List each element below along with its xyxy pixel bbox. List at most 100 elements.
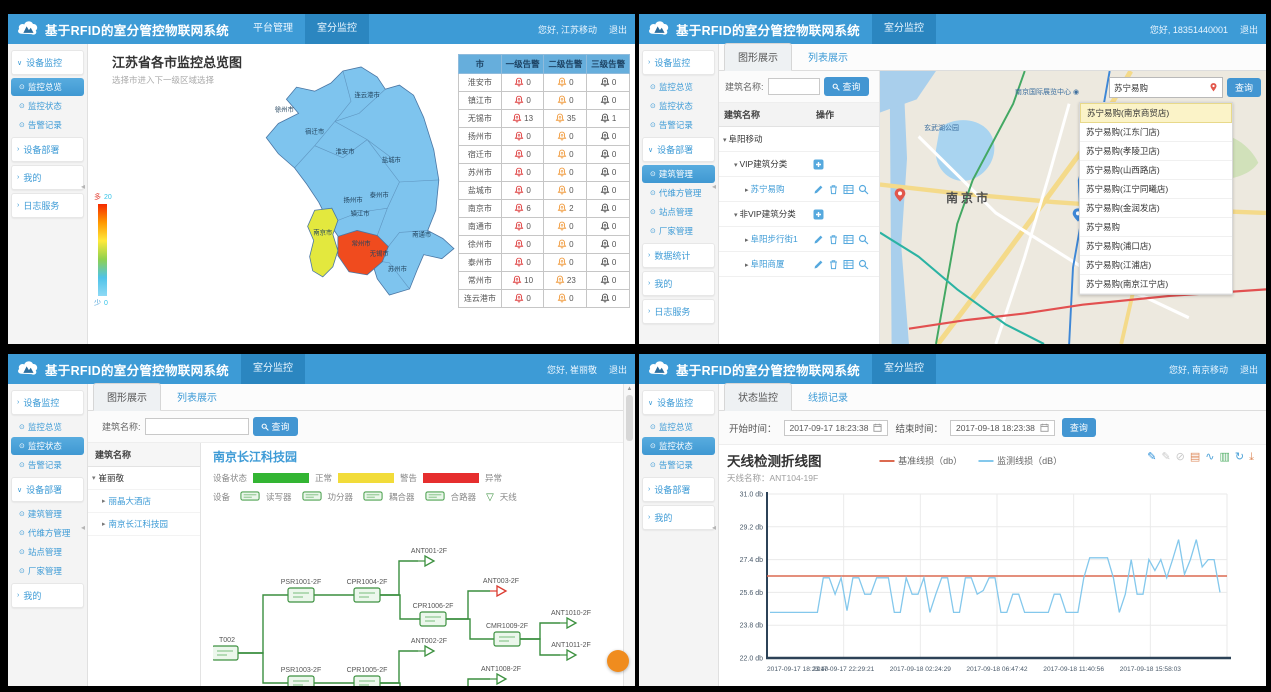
- table-row[interactable]: 连云港市000: [459, 290, 630, 308]
- sidebar-item-站点管理[interactable]: ⊙站点管理: [11, 543, 84, 561]
- sidebar-collapse-handle[interactable]: ◂: [81, 523, 85, 532]
- map-search-input[interactable]: 苏宁易购: [1109, 77, 1223, 98]
- map-city-label[interactable]: 南京市: [313, 227, 333, 236]
- sidebar-item-告警记录[interactable]: ⊙告警记录: [642, 456, 715, 474]
- device-node-CPR1004-2F[interactable]: [354, 588, 380, 602]
- map-search-button[interactable]: 查询: [1227, 78, 1261, 97]
- sidebar-item-厂家管理[interactable]: ⊙厂家管理: [642, 222, 715, 240]
- table-row[interactable]: 徐州市000: [459, 236, 630, 254]
- sidebar-group-我的[interactable]: ›我的: [642, 505, 715, 530]
- clear-mark-icon[interactable]: ⊘: [1176, 452, 1185, 463]
- map-city-label[interactable]: 宿迁市: [305, 127, 325, 136]
- search-result-item[interactable]: 苏宁易购(金润发店): [1080, 199, 1232, 218]
- start-time-input[interactable]: 2017-09-17 18:23:38: [784, 420, 889, 436]
- sidebar-group-我的[interactable]: ›我的: [11, 165, 84, 190]
- building-name-input[interactable]: [768, 78, 820, 95]
- search-result-item[interactable]: 苏宁易购(江浦店): [1080, 256, 1232, 275]
- sidebar-collapse-handle[interactable]: ◂: [81, 182, 85, 191]
- restore-icon[interactable]: ↻: [1235, 452, 1244, 463]
- sidebar-item-告警记录[interactable]: ⊙告警记录: [11, 116, 84, 134]
- edit-icon[interactable]: [813, 259, 824, 270]
- map-city-label[interactable]: 徐州市: [275, 104, 295, 113]
- delete-icon[interactable]: [828, 184, 839, 195]
- sidebar-group-日志服务[interactable]: ›日志服务: [642, 299, 715, 324]
- table-row[interactable]: 南通市000: [459, 218, 630, 236]
- antenna-node-ANT002-2F[interactable]: [425, 646, 434, 656]
- sidebar-item-告警记录[interactable]: ⊙告警记录: [11, 456, 84, 474]
- tab-图形展示[interactable]: 图形展示: [724, 43, 792, 71]
- sidebar-group-日志服务[interactable]: ›日志服务: [11, 193, 84, 218]
- antenna-node-ANT001-2F[interactable]: [425, 556, 434, 566]
- legend-item-监测线损（dB）[interactable]: 监测线损（dB）: [978, 454, 1062, 467]
- sidebar-group-设备部署[interactable]: ∨设备部署: [642, 137, 715, 162]
- tree-node-苏宁易购[interactable]: 苏宁易购: [751, 184, 785, 194]
- search-button[interactable]: 查询: [824, 77, 869, 96]
- tab-状态监控[interactable]: 状态监控: [724, 383, 792, 411]
- expander-open-icon[interactable]: ▾: [723, 137, 727, 144]
- search-button[interactable]: 查询: [253, 417, 298, 436]
- bar-chart-icon[interactable]: ▥: [1220, 452, 1230, 463]
- tree-node-VIP建筑分类[interactable]: VIP建筑分类: [740, 159, 788, 169]
- antenna-node-ANT1010-2F[interactable]: [567, 618, 576, 628]
- list-icon[interactable]: [843, 234, 854, 245]
- map-city-label[interactable]: 泰州市: [370, 190, 390, 199]
- sidebar-collapse-handle[interactable]: ◂: [712, 523, 716, 532]
- search-result-item[interactable]: 苏宁易购(浦口店): [1080, 237, 1232, 256]
- table-row[interactable]: 常州市10230: [459, 272, 630, 290]
- floating-assistant-button[interactable]: [607, 650, 629, 672]
- device-topology-diagram[interactable]: T002PSR1001-2FCPR1004-2FANT001-2FCPR1006…: [213, 503, 633, 686]
- nav-item-室分监控[interactable]: 室分监控: [872, 354, 936, 384]
- map-city-label[interactable]: 南通市: [412, 229, 432, 238]
- expander-open-icon[interactable]: ▾: [734, 162, 738, 169]
- legend-item-基准线损（db）[interactable]: 基准线损（db）: [879, 454, 962, 467]
- tree-node-阜阳移动[interactable]: 阜阳移动: [729, 134, 763, 144]
- tab-图形展示[interactable]: 图形展示: [93, 383, 161, 411]
- table-row[interactable]: 泰州市000: [459, 254, 630, 272]
- antenna-node-ANT1008-2F[interactable]: [497, 674, 506, 684]
- tab-列表展示[interactable]: 列表展示: [795, 44, 861, 70]
- expander-closed-icon[interactable]: ▸: [102, 497, 106, 505]
- sidebar-item-代维方管理[interactable]: ⊙代维方管理: [11, 524, 84, 542]
- search-result-item[interactable]: 苏宁易购: [1080, 218, 1232, 237]
- sidebar-group-设备监控[interactable]: ∨设备监控: [642, 390, 715, 415]
- sidebar-group-设备监控[interactable]: ›设备监控: [642, 50, 715, 75]
- sidebar-group-设备部署[interactable]: ›设备部署: [642, 477, 715, 502]
- edit-icon[interactable]: [813, 234, 824, 245]
- expander-closed-icon[interactable]: ▸: [102, 520, 106, 528]
- scroll-thumb[interactable]: [626, 395, 633, 441]
- search-result-item[interactable]: 苏宁易购(孝陵卫店): [1080, 142, 1232, 161]
- save-image-icon[interactable]: ⤓: [1249, 452, 1254, 463]
- antenna-node-ANT1011-2F[interactable]: [567, 650, 576, 660]
- sidebar-group-设备部署[interactable]: ›设备部署: [11, 137, 84, 162]
- device-node-T002[interactable]: [213, 646, 238, 660]
- expander-open-icon[interactable]: ▾: [92, 474, 96, 482]
- mark-line-icon[interactable]: ✎: [1147, 452, 1156, 463]
- expander-closed-icon[interactable]: ▸: [745, 262, 749, 269]
- search-result-item[interactable]: 苏宁易购(南京商贸店): [1080, 103, 1232, 123]
- map-city-label[interactable]: 无锡市: [370, 249, 390, 258]
- tree-node-崔丽敬[interactable]: ▾崔丽敬: [88, 467, 200, 490]
- jiangsu-province-map[interactable]: 连云港市徐州市宿迁市淮安市盐城市扬州市泰州市镇江市南京市常州市无锡市南通市苏州市: [238, 58, 460, 306]
- mark-line-disabled-icon[interactable]: ✎: [1161, 452, 1170, 463]
- logout-button[interactable]: 退出: [609, 23, 627, 36]
- map-city-label[interactable]: 苏州市: [388, 264, 408, 273]
- scrollbar[interactable]: ▲: [623, 384, 635, 686]
- sidebar-group-设备部署[interactable]: ∨设备部署: [11, 477, 84, 502]
- sidebar-item-站点管理[interactable]: ⊙站点管理: [642, 203, 715, 221]
- sidebar-item-监控总览[interactable]: ⊙监控总览: [11, 418, 84, 436]
- map-city-label[interactable]: 盐城市: [382, 155, 402, 164]
- sidebar-group-设备监控[interactable]: ›设备监控: [11, 390, 84, 415]
- tree-node-阜阳步行街1[interactable]: 阜阳步行街1: [751, 234, 798, 244]
- expander-open-icon[interactable]: ▾: [734, 212, 738, 219]
- line-chart-icon[interactable]: ∿: [1205, 452, 1214, 463]
- map-pin-red[interactable]: [892, 187, 908, 209]
- search-icon[interactable]: [858, 184, 869, 195]
- table-row[interactable]: 南京市620: [459, 200, 630, 218]
- expander-closed-icon[interactable]: ▸: [745, 237, 749, 244]
- table-row[interactable]: 盐城市000: [459, 182, 630, 200]
- logout-button[interactable]: 退出: [1240, 23, 1258, 36]
- sidebar-item-建筑管理[interactable]: ⊙建筑管理: [11, 505, 84, 523]
- map-canvas[interactable]: 南京国际展览中心 ◉ 玄武湖公园 南京市 紫金山 苏宁易购 查询: [880, 71, 1266, 344]
- table-row[interactable]: 宿迁市000: [459, 146, 630, 164]
- map-city-label[interactable]: 扬州市: [344, 195, 364, 204]
